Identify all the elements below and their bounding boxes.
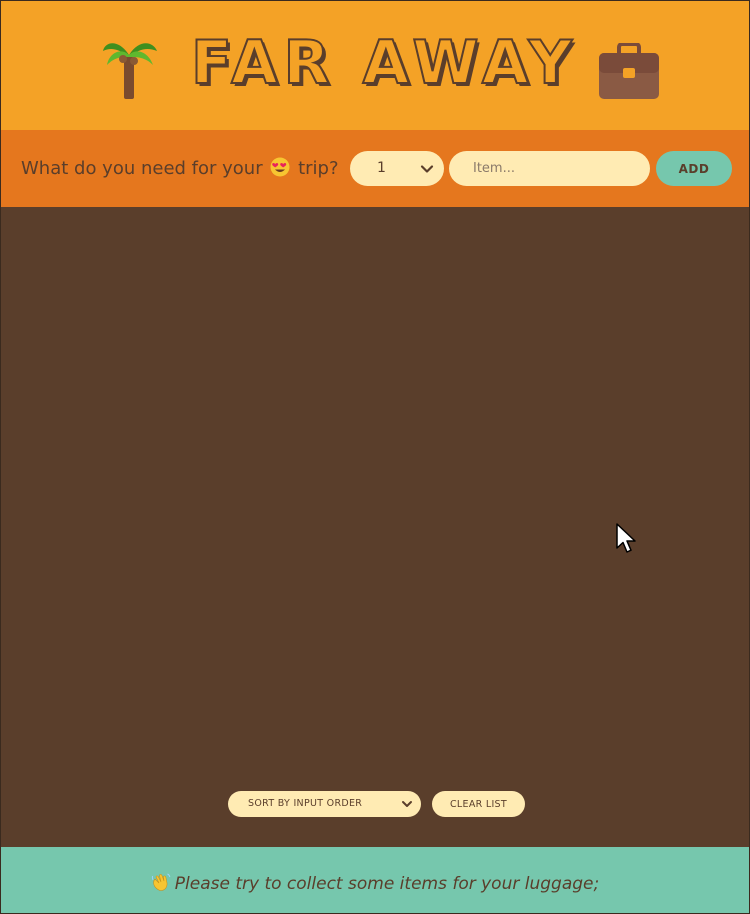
add-item-form: What do you need for your trip? 1 ADD [1,130,749,207]
packing-list: SORT BY INPUT ORDER CLEAR LIST [1,207,749,847]
chevron-down-icon [420,165,434,173]
footer-text: Please try to collect some items for you… [174,874,600,894]
stats-footer: Please try to collect some items for you… [1,847,749,913]
app-header: FAR AWAY [1,1,749,130]
waving-hand-icon [151,873,171,891]
item-input[interactable] [449,151,650,186]
chevron-down-icon [402,801,412,807]
quantity-select[interactable]: 1 [350,151,444,186]
add-button[interactable]: ADD [656,151,732,186]
question-text-end: trip? [298,158,339,179]
sort-select[interactable]: SORT BY INPUT ORDER [228,791,421,817]
app-title: FAR AWAY [190,28,578,98]
clear-list-button[interactable]: CLEAR LIST [432,791,525,817]
mouse-cursor-icon [616,523,636,553]
smiling-face-with-heart-eyes-icon [270,157,290,177]
footer-message: Please try to collect some items for you… [1,847,749,913]
quantity-value: 1 [377,160,386,176]
form-question: What do you need for your trip? [21,157,339,179]
briefcase-icon [599,43,659,99]
question-text-start: What do you need for your [21,158,263,179]
sort-value: SORT BY INPUT ORDER [248,798,363,809]
palm-tree-icon [103,43,157,99]
